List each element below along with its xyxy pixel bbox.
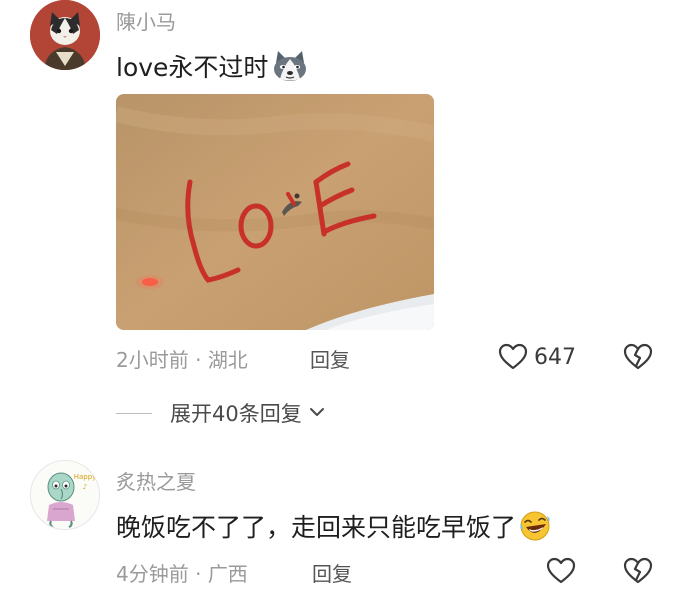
time-location: 4分钟前 · 广西 [116,558,248,587]
comment-body: 晚饭吃不了了，走回来只能吃早饭了 [116,513,517,542]
comment-body: love永不过时 [116,53,269,82]
cat-avatar-icon [30,0,100,70]
avatar[interactable] [30,0,100,70]
broken-heart-icon [623,343,653,370]
comment-image[interactable] [116,94,434,330]
time-location: 2小时前 · 湖北 [116,344,248,373]
reply-button[interactable]: 回复 [310,344,350,373]
chevron-down-icon [308,404,326,423]
separator: · [195,562,202,586]
dislike-button[interactable] [622,342,654,372]
heart-icon [546,557,576,584]
like-button[interactable]: 647 [498,342,576,372]
comment-meta: 4分钟前 · 广西 回复 [116,556,666,586]
avatar[interactable]: Happy ♪ [30,460,100,530]
svg-text:♪: ♪ [83,483,87,491]
husky-dog-emoji-icon [270,49,310,89]
reply-button[interactable]: 回复 [312,558,352,587]
like-count: 647 [534,344,576,370]
separator: · [195,348,202,372]
avatar-badge-text: Happy [74,473,97,481]
location: 湖北 [207,348,248,372]
username[interactable]: 炙热之夏 [116,466,196,495]
timestamp: 4分钟前 [116,562,189,586]
dislike-button[interactable] [622,556,654,586]
cartoon-octopus-avatar-icon: Happy ♪ [31,461,99,529]
comment-meta: 2小时前 · 湖北 回复 647 [116,342,666,372]
beach-love-photo [116,94,434,330]
heart-icon [498,343,528,370]
username[interactable]: 陳小马 [116,6,176,35]
broken-heart-icon [623,557,653,584]
expand-replies-label: 展开40条回复 [170,402,302,426]
comment-text: love永不过时 [116,48,310,89]
rofl-emoji-icon [518,510,552,548]
comment-text: 晚饭吃不了了，走回来只能吃早饭了 [116,508,552,548]
expand-replies-button[interactable]: 展开40条回复 [116,398,326,428]
like-button[interactable] [546,556,576,586]
divider [116,412,152,414]
comment-section: 陳小马 love永不过时 2小时前 · 湖北 回复 647 展开40条回复 Ha… [0,0,690,611]
location: 广西 [207,562,248,586]
timestamp: 2小时前 [116,348,189,372]
